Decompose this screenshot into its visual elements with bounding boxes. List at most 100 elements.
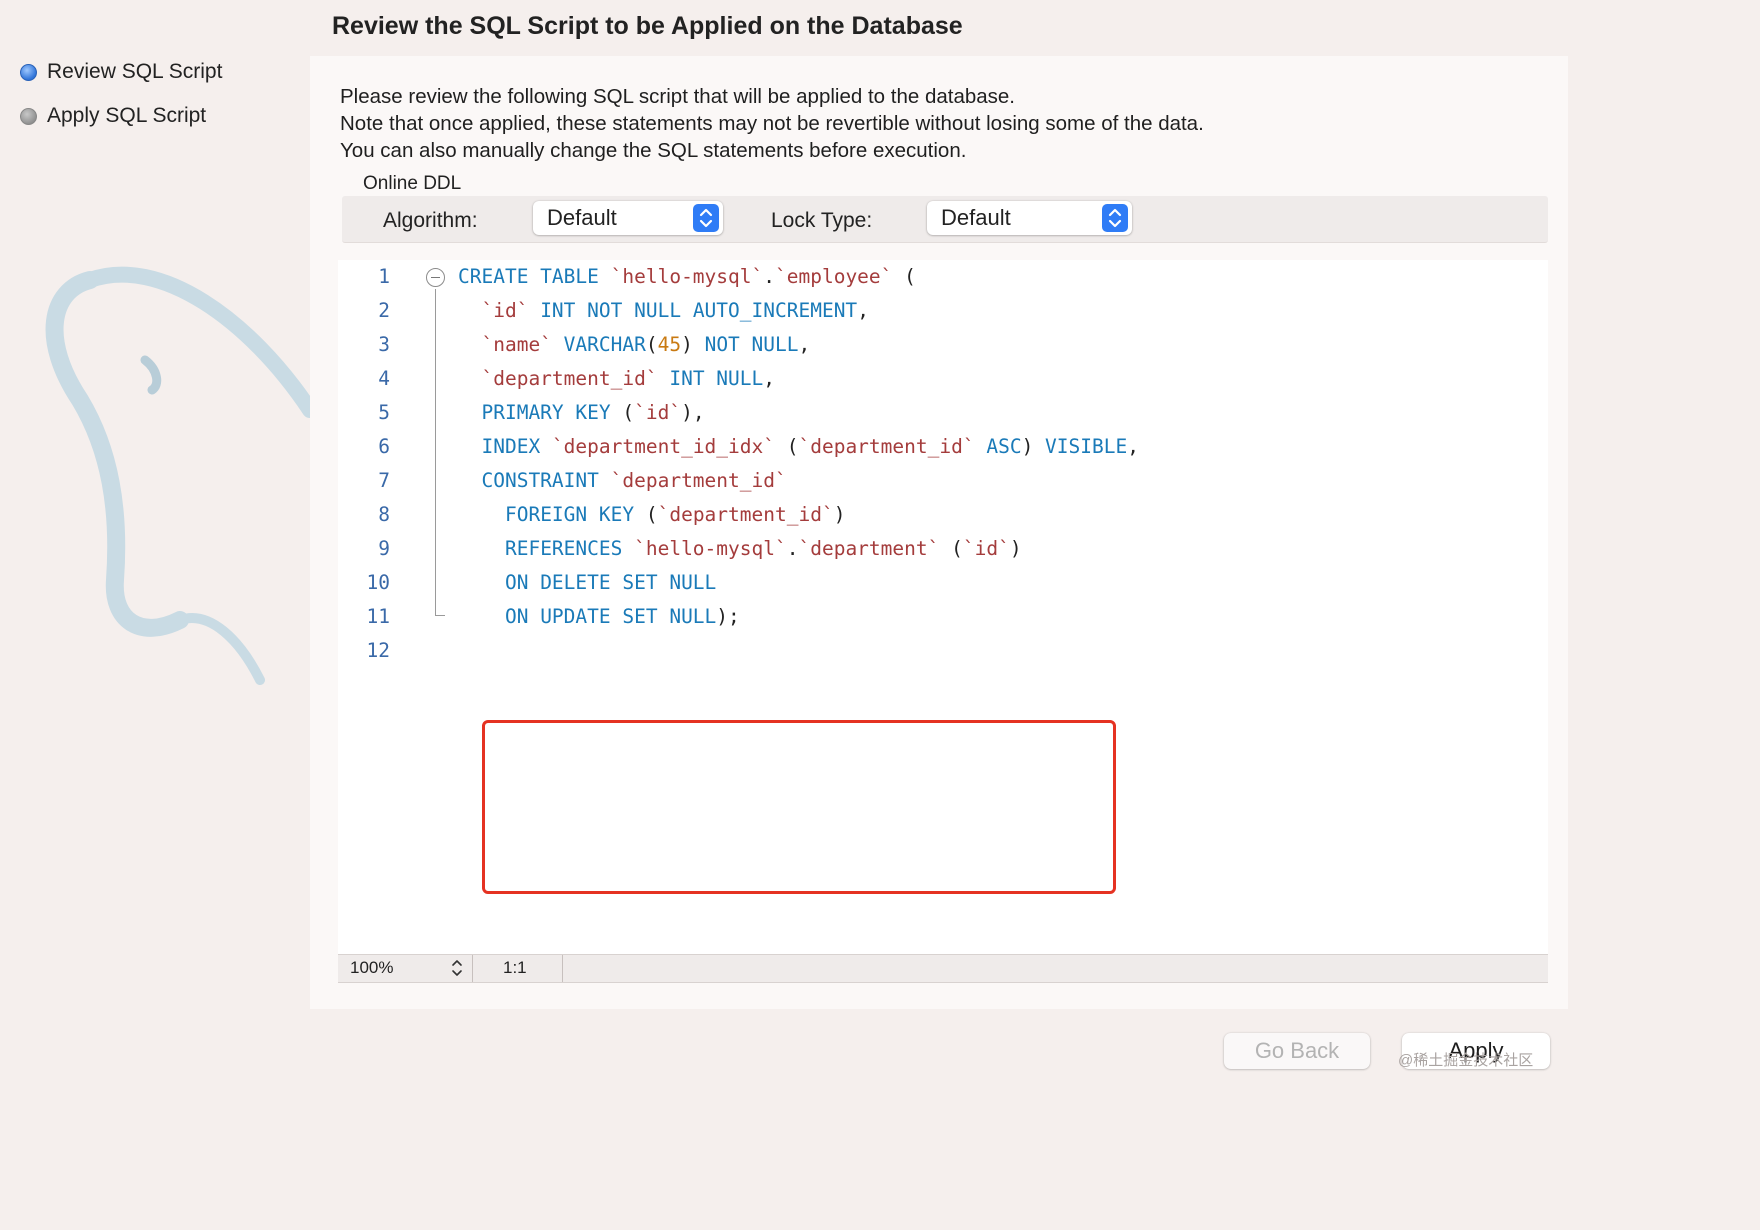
step-label: Apply SQL Script bbox=[47, 104, 207, 127]
code-token: `department_id` bbox=[481, 367, 658, 390]
code-token: CONSTRAINT bbox=[481, 469, 611, 492]
code-token: `hello-mysql` bbox=[610, 265, 764, 288]
line-number: 1 bbox=[378, 265, 390, 288]
chevron-updown-icon bbox=[693, 204, 719, 232]
code-token: , bbox=[1127, 435, 1139, 458]
step-label: Review SQL Script bbox=[47, 60, 223, 83]
code-token: PRIMARY KEY bbox=[481, 401, 611, 424]
code-text: ON DELETE SET NULL bbox=[458, 566, 716, 600]
code-token: . bbox=[763, 265, 775, 288]
code-token: FOREIGN KEY bbox=[504, 503, 635, 526]
review-panel: Please review the following SQL script t… bbox=[310, 56, 1568, 1009]
code-text: `department_id` INT NULL, bbox=[458, 362, 775, 396]
code-token: `department_id` bbox=[657, 503, 834, 526]
line-number: 6 bbox=[378, 435, 390, 458]
sql-editor[interactable]: 12 11 ON UPDATE SET NULL); 10 ON DELETE SE… bbox=[338, 260, 1548, 954]
code-token: VARCHAR bbox=[551, 333, 646, 356]
code-token: `department_id` bbox=[610, 469, 787, 492]
line-number: 9 bbox=[378, 537, 390, 560]
step-pending-indicator-icon bbox=[20, 107, 37, 125]
step-apply-sql-script: Apply SQL Script bbox=[20, 104, 206, 128]
code-token: ) bbox=[681, 333, 705, 356]
page-title: Review the SQL Script to be Applied on t… bbox=[332, 12, 963, 40]
status-divider bbox=[472, 955, 473, 982]
code-token: `department_id` bbox=[798, 435, 975, 458]
code-token: ( bbox=[775, 435, 799, 458]
code-token: ON DELETE SET NULL bbox=[504, 571, 717, 594]
chevron-updown-icon bbox=[1102, 204, 1128, 232]
code-token: ) bbox=[1021, 435, 1046, 458]
step-active-indicator-icon bbox=[20, 63, 37, 81]
lock-type-label: Lock Type: bbox=[771, 209, 873, 232]
fold-toggle-icon[interactable] bbox=[426, 268, 445, 287]
zoom-stepper-icon[interactable] bbox=[450, 957, 464, 979]
online-ddl-label: Online DDL bbox=[363, 173, 462, 194]
code-token: VISIBLE bbox=[1045, 435, 1128, 458]
line-number: 12 bbox=[366, 639, 390, 662]
wizard-sidebar: Review SQL Script Apply SQL Script bbox=[0, 0, 310, 1096]
fold-guide-end bbox=[435, 615, 445, 616]
code-line: 9 REFERENCES `hello-mysql`.`department` … bbox=[338, 532, 1548, 566]
line-number: 7 bbox=[378, 469, 390, 492]
code-token: INT NULL bbox=[657, 367, 764, 390]
fold-guide bbox=[435, 289, 436, 616]
line-number: 2 bbox=[378, 299, 390, 322]
code-line: 12 bbox=[338, 634, 1548, 668]
description: Please review the following SQL script t… bbox=[340, 83, 1204, 164]
code-token: ( bbox=[892, 265, 916, 288]
code-token: NOT NULL bbox=[704, 333, 799, 356]
code-text: CREATE TABLE `hello-mysql`.`employee` ( bbox=[458, 260, 916, 294]
code-token: `id` bbox=[634, 401, 682, 424]
line-number: 8 bbox=[378, 503, 390, 526]
code-line: 11 ON UPDATE SET NULL); bbox=[338, 600, 1548, 634]
code-token: , bbox=[798, 333, 811, 356]
algorithm-label: Algorithm: bbox=[383, 209, 478, 232]
highlight-box bbox=[482, 720, 1116, 894]
description-line: You can also manually change the SQL sta… bbox=[340, 139, 967, 162]
code-token: ), bbox=[681, 401, 705, 424]
code-text: PRIMARY KEY (`id`), bbox=[458, 396, 705, 430]
code-text: `name` VARCHAR(45) NOT NULL, bbox=[458, 328, 810, 362]
code-token: REFERENCES bbox=[504, 537, 635, 560]
code-token: `hello-mysql` bbox=[634, 537, 787, 560]
code-token: INT NOT NULL AUTO_INCREMENT bbox=[528, 299, 858, 322]
algorithm-select[interactable]: Default bbox=[533, 201, 723, 235]
code-token: `id` bbox=[481, 299, 529, 322]
line-number: 5 bbox=[378, 401, 390, 424]
watermark: @稀土掘金技术社区 bbox=[1398, 1052, 1534, 1069]
code-text: `id` INT NOT NULL AUTO_INCREMENT, bbox=[458, 294, 868, 328]
code-token: , bbox=[763, 367, 776, 390]
code-line: 10 ON DELETE SET NULL bbox=[338, 566, 1548, 600]
line-number: 4 bbox=[378, 367, 390, 390]
code-line: 5 PRIMARY KEY (`id`), bbox=[338, 396, 1548, 430]
go-back-button[interactable]: Go Back bbox=[1224, 1033, 1370, 1069]
code-token: `employee` bbox=[775, 265, 893, 288]
mysql-dolphin-logo-icon bbox=[45, 266, 310, 685]
code-line: 7 CONSTRAINT `department_id` bbox=[338, 464, 1548, 498]
code-text: INDEX `department_id_idx` (`department_i… bbox=[458, 430, 1139, 464]
code-text: REFERENCES `hello-mysql`.`department` (`… bbox=[458, 532, 1022, 566]
description-line: Please review the following SQL script t… bbox=[340, 85, 1015, 108]
code-token: ( bbox=[610, 401, 635, 424]
code-line: 1 CREATE TABLE `hello-mysql`.`employee` ( bbox=[338, 260, 1548, 294]
code-line: 8 FOREIGN KEY (`department_id`) bbox=[338, 498, 1548, 532]
line-number: 10 bbox=[366, 571, 390, 594]
lock-type-select[interactable]: Default bbox=[927, 201, 1132, 235]
code-text: FOREIGN KEY (`department_id`) bbox=[458, 498, 845, 532]
code-token: . bbox=[786, 537, 799, 560]
editor-status-bar: 100% 1:1 bbox=[338, 954, 1548, 983]
online-ddl-bar: Algorithm: Default Lock Type: Default bbox=[342, 196, 1548, 243]
code-line: 2 `id` INT NOT NULL AUTO_INCREMENT, bbox=[338, 294, 1548, 328]
code-token: INDEX bbox=[481, 435, 552, 458]
code-text: CONSTRAINT `department_id` bbox=[458, 464, 787, 498]
line-number: 11 bbox=[366, 605, 390, 628]
